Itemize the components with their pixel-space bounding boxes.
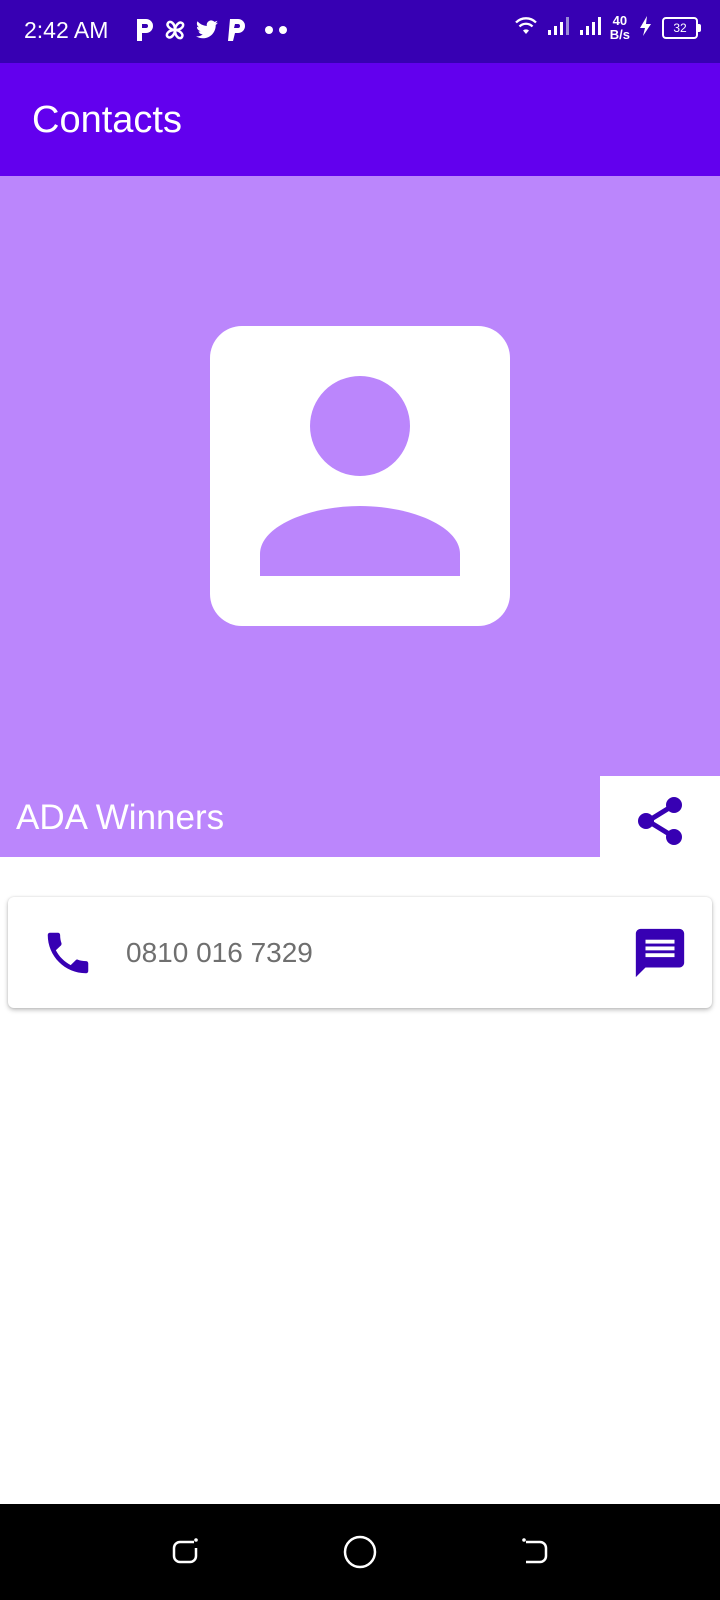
- network-speed-value: 40: [612, 13, 628, 28]
- navigation-bar: [0, 1504, 720, 1600]
- network-speed-unit: B/s: [609, 27, 630, 42]
- message-icon: [635, 928, 685, 978]
- battery-level: 32: [673, 21, 687, 35]
- more-dots-icon: [264, 25, 290, 35]
- phone-icon: [47, 932, 89, 974]
- battery-icon: 32: [662, 17, 701, 39]
- contact-header: ADA Winners: [0, 176, 720, 866]
- p-icon: [134, 17, 156, 43]
- home-icon: [343, 1535, 377, 1569]
- share-button[interactable]: [600, 776, 720, 866]
- charging-icon: [638, 15, 654, 42]
- person-icon: [260, 376, 460, 576]
- twitter-icon: [194, 18, 220, 42]
- signal-icon: [578, 16, 602, 41]
- contact-avatar: [210, 326, 510, 626]
- status-time: 2:42 AM: [24, 17, 109, 43]
- p-icon: [226, 17, 248, 43]
- wifi-icon: [514, 16, 538, 41]
- contact-name: ADA Winners: [16, 798, 225, 837]
- network-speed: 40 B/s: [610, 14, 630, 42]
- page-title: Contacts: [32, 99, 182, 141]
- status-bar: 2:42 AM 40 B/s 32: [0, 0, 720, 63]
- phone-card: 0810 016 7329: [8, 897, 712, 1008]
- back-button[interactable]: [512, 1530, 556, 1574]
- back-icon: [522, 1538, 548, 1564]
- share-icon: [638, 797, 682, 845]
- recents-icon: [172, 1538, 198, 1564]
- pinwheel-icon: [162, 17, 188, 43]
- home-button[interactable]: [338, 1530, 382, 1574]
- phone-number[interactable]: 0810 016 7329: [126, 937, 313, 969]
- call-button[interactable]: [38, 923, 98, 983]
- app-bar: Contacts: [0, 63, 720, 176]
- notification-icons: [134, 17, 290, 43]
- system-status-icons: 40 B/s 32: [514, 14, 701, 42]
- signal-icon: [546, 16, 570, 41]
- message-button[interactable]: [630, 923, 690, 983]
- recents-button[interactable]: [164, 1530, 208, 1574]
